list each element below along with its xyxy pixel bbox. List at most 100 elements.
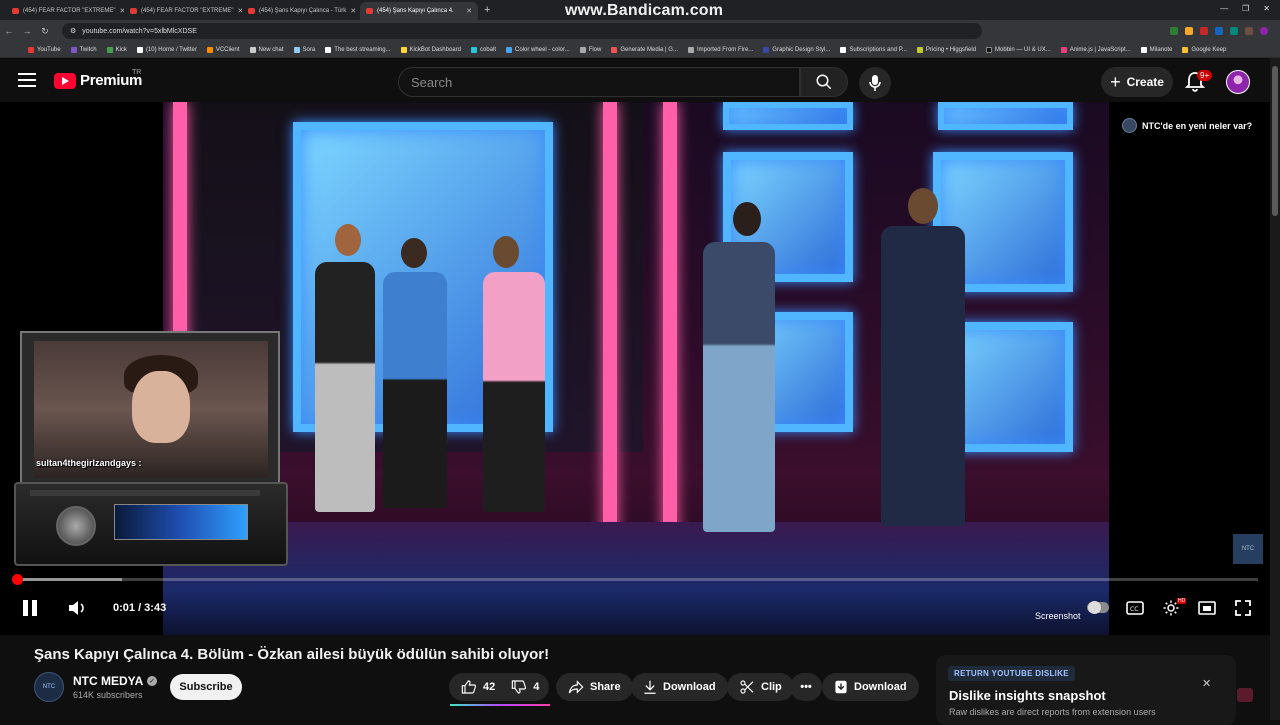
- autoplay-toggle[interactable]: [1087, 601, 1109, 614]
- equalizer-display: [114, 504, 248, 540]
- extension-icon[interactable]: [1245, 27, 1253, 35]
- bookmark-item[interactable]: The best streaming...: [325, 46, 391, 53]
- bookmark-item[interactable]: Google Keep: [1182, 46, 1226, 53]
- miniplayer-icon: [1198, 601, 1216, 615]
- browser-tab[interactable]: (454) Şans Kapıyı Çalınca - Türk ✕: [242, 2, 360, 20]
- extension-icon[interactable]: [1170, 27, 1178, 35]
- svg-text:CC: CC: [1130, 606, 1138, 613]
- reload-icon[interactable]: ↻: [36, 26, 54, 37]
- subscribe-button[interactable]: Subscribe: [170, 674, 242, 700]
- youtube-favicon-icon: [248, 8, 255, 14]
- profile-icon[interactable]: [1260, 27, 1268, 35]
- new-tab-button[interactable]: +: [484, 4, 490, 16]
- bookmark-item[interactable]: Kick: [106, 46, 127, 53]
- ryd-title: Dislike insights snapshot: [949, 688, 1106, 703]
- more-actions-button[interactable]: •••: [790, 673, 822, 701]
- youtube-favicon-icon: [130, 8, 137, 14]
- like-button[interactable]: 42: [461, 679, 495, 695]
- minimize-icon[interactable]: —: [1220, 4, 1228, 13]
- extension-icon[interactable]: [1200, 27, 1208, 35]
- channel-watermark[interactable]: NTC: [1233, 534, 1263, 564]
- scrollbar-thumb[interactable]: [1272, 66, 1278, 216]
- bookmark-item[interactable]: Generate Media | G...: [611, 46, 678, 53]
- browser-tab-active[interactable]: (454) Şans Kapıyı Çalınca 4. ✕: [360, 2, 478, 20]
- streamer-face: [132, 371, 190, 443]
- close-tab-icon[interactable]: ✕: [350, 7, 356, 15]
- dislike-button[interactable]: 4: [511, 679, 539, 695]
- extension-icon[interactable]: [1185, 27, 1193, 35]
- bookmark-item[interactable]: Mobbin — UI & UX...: [986, 46, 1051, 53]
- bookmark-item[interactable]: VCClient: [206, 46, 240, 53]
- bookmark-item[interactable]: cobalt: [470, 46, 496, 53]
- extension-icon[interactable]: [1215, 27, 1223, 35]
- bookmark-item[interactable]: YouTube: [28, 46, 61, 53]
- voice-search-button[interactable]: [859, 67, 891, 99]
- recorder-watermark: www.Bandicam.com: [565, 2, 724, 19]
- browser-toolbar: ← → ↻ ⚙ youtube.com/watch?v=5xlbMlcXDSE: [0, 20, 1280, 42]
- close-window-icon[interactable]: ✕: [1263, 4, 1270, 13]
- clip-button[interactable]: Clip: [727, 673, 794, 701]
- bookmark-item[interactable]: Sora: [293, 46, 315, 53]
- extension-icon[interactable]: [1230, 27, 1238, 35]
- bookmark-item[interactable]: (10) Home / Twitter: [136, 46, 197, 53]
- time-display: 0:01 / 3:43: [113, 602, 167, 614]
- bookmark-item[interactable]: Twitch: [70, 46, 97, 53]
- bookmark-item[interactable]: Pricing • Higgsfield: [916, 46, 976, 53]
- bookmark-item[interactable]: Color wheel - color...: [505, 46, 570, 53]
- download-button[interactable]: Download: [631, 673, 728, 701]
- knob-icon: [56, 506, 96, 546]
- channel-name[interactable]: NTC MEDYA ✓: [73, 674, 158, 688]
- bookmark-item[interactable]: Milanote: [1140, 46, 1172, 53]
- video-player[interactable]: NTC'de en yeni neler var? NTC sultan4the…: [0, 102, 1270, 635]
- close-icon[interactable]: ✕: [1202, 677, 1211, 690]
- bookmark-item[interactable]: Flow: [579, 46, 601, 53]
- captions-button[interactable]: CC: [1124, 596, 1146, 620]
- channel-info-card[interactable]: NTC'de en yeni neler var?: [1122, 118, 1252, 133]
- volume-button[interactable]: [66, 596, 90, 620]
- back-icon[interactable]: ←: [0, 26, 18, 36]
- bookmark-item[interactable]: Imported From Fire...: [687, 46, 753, 53]
- maximize-icon[interactable]: ❐: [1242, 4, 1249, 13]
- youtube-logo[interactable]: Premium: [54, 72, 142, 89]
- search-input[interactable]: Search: [398, 67, 800, 97]
- extension-icons: [1170, 27, 1280, 35]
- hamburger-menu-icon[interactable]: [18, 73, 36, 87]
- search-icon: [816, 74, 832, 90]
- bookmark-item[interactable]: KickBot Dashboard: [400, 46, 461, 53]
- create-button[interactable]: + Create: [1101, 67, 1173, 97]
- thumbs-up-icon: [461, 680, 477, 694]
- download-extension-button[interactable]: Download: [822, 673, 919, 701]
- window-controls: — ❐ ✕: [1220, 4, 1270, 13]
- address-bar[interactable]: ⚙ youtube.com/watch?v=5xlbMlcXDSE: [62, 23, 982, 39]
- search-button[interactable]: [800, 67, 848, 97]
- captions-icon: CC: [1126, 601, 1144, 615]
- youtube-header: Premium TR Search + Create 9+: [0, 58, 1270, 104]
- bookmark-item[interactable]: Subscriptions and P...: [840, 46, 907, 53]
- fullscreen-icon: [1235, 600, 1251, 616]
- pause-button[interactable]: [18, 596, 42, 620]
- youtube-favicon-icon: [366, 8, 373, 14]
- channel-avatar[interactable]: NTC: [34, 672, 64, 702]
- video-title: Şans Kapıyı Çalınca 4. Bölüm - Özkan ail…: [34, 646, 550, 663]
- bookmark-item[interactable]: Graphic Design Styl...: [763, 46, 830, 53]
- fullscreen-button[interactable]: [1232, 596, 1254, 620]
- browser-tab[interactable]: (454) FEAR FACTOR "EXTREME" ✕: [124, 2, 242, 20]
- account-avatar[interactable]: [1226, 70, 1250, 94]
- more-horizontal-icon: •••: [800, 681, 812, 693]
- bookmark-item[interactable]: New chat: [249, 46, 284, 53]
- country-code: TR: [132, 69, 142, 76]
- share-button[interactable]: Share: [556, 673, 633, 701]
- bookmark-item[interactable]: Anime.js | JavaScript...: [1060, 46, 1131, 53]
- scrubber-handle[interactable]: [11, 574, 23, 585]
- close-tab-icon[interactable]: ✕: [466, 7, 472, 15]
- pause-icon: [23, 600, 37, 616]
- progress-bar[interactable]: [11, 574, 1258, 585]
- browser-tab[interactable]: (454) FEAR FACTOR "EXTREME" ✕: [6, 2, 124, 20]
- forward-icon[interactable]: →: [18, 26, 36, 36]
- address-text: youtube.com/watch?v=5xlbMlcXDSE: [82, 27, 197, 35]
- youtube-favicon-icon: [12, 8, 19, 14]
- microphone-icon: [869, 75, 881, 91]
- page-scrollbar[interactable]: [1270, 58, 1280, 720]
- theater-mode-button[interactable]: [1196, 596, 1218, 620]
- site-info-icon[interactable]: ⚙: [70, 27, 76, 35]
